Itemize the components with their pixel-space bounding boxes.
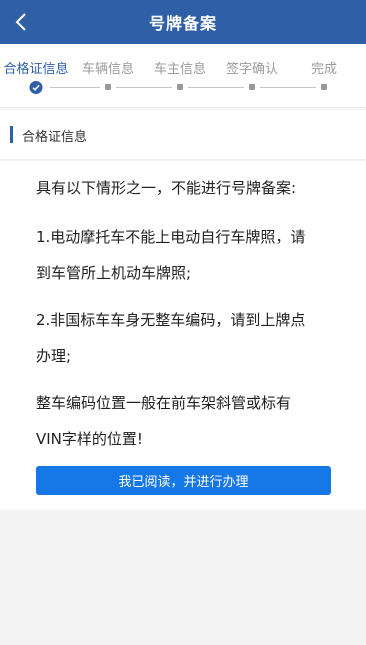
notice-rule-1-line-2: 到车管所上机动车牌照;: [36, 264, 192, 282]
step-connector: [116, 87, 172, 88]
section-accent-bar: [10, 126, 13, 143]
step-marker: [105, 84, 111, 90]
chevron-left-icon: [15, 13, 26, 31]
notice-intro-text: 具有以下情形之一，不能进行号牌备案:: [36, 179, 297, 197]
notice-vin-hint-line-2: VIN字样的位置!: [36, 430, 143, 448]
step-label-signature: 签字确认: [225, 62, 279, 77]
page-title: 号牌备案: [148, 14, 217, 33]
step-marker: [177, 84, 183, 90]
notice-rule-2-line-1: 2.非国标车车身无整车编码，请到上牌点: [36, 311, 306, 329]
step-marker: [321, 84, 327, 90]
step-label-certificate: 合格证信息: [3, 62, 69, 77]
step-label-owner: 车主信息: [153, 62, 207, 77]
notice-rule-2-line-2: 办理;: [36, 347, 72, 365]
step-marker-active: [29, 81, 43, 94]
check-icon: [32, 84, 40, 91]
section-header: 合格证信息: [0, 110, 366, 160]
notice-vin-hint-line-1: 整车编码位置一般在前车架斜管或标有: [36, 394, 292, 412]
confirm-read-button[interactable]: 我已阅读，并进行办理: [36, 466, 331, 495]
step-marker: [249, 84, 255, 90]
section-title: 合格证信息: [22, 130, 88, 145]
step-connector: [188, 87, 244, 88]
notice-vin-hint: 整车编码位置一般在前车架斜管或标有 VIN字样的位置!: [36, 385, 336, 457]
notice-rule-2: 2.非国标车车身无整车编码，请到上牌点 办理;: [36, 302, 336, 374]
step-connector: [260, 87, 316, 88]
notice-rule-1: 1.电动摩托车不能上电动自行车牌照，请 到车管所上机动车牌照;: [36, 219, 336, 291]
notice-intro: 具有以下情形之一，不能进行号牌备案:: [36, 170, 336, 206]
notice-content: 具有以下情形之一，不能进行号牌备案: 1.电动摩托车不能上电动自行车牌照，请 到…: [0, 161, 366, 510]
page: 号牌备案 合格证信息 车辆信息 车主信息 签字确认 完成 合格证信息 具有以下情…: [0, 0, 366, 645]
step-label-complete: 完成: [310, 62, 338, 77]
app-header: 号牌备案: [0, 0, 366, 44]
step-progress: 合格证信息 车辆信息 车主信息 签字确认 完成: [0, 44, 366, 108]
step-connector: [50, 87, 100, 88]
back-button[interactable]: [10, 9, 32, 35]
step-label-vehicle: 车辆信息: [81, 62, 135, 77]
notice-rule-1-line-1: 1.电动摩托车不能上电动自行车牌照，请: [36, 228, 306, 246]
